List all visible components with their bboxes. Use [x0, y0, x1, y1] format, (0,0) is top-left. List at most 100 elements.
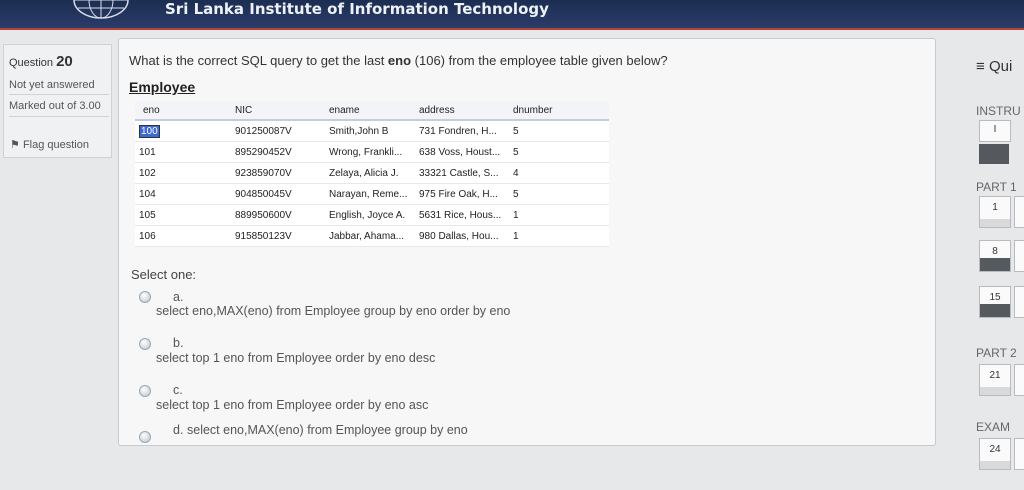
question-label: Question [9, 57, 54, 69]
table-cell: 638 Voss, Houst... [415, 141, 509, 163]
question-info: Question 20 Not yet answered Marked out … [3, 44, 112, 158]
table-row: 102 923859070V Zelaya, Alicia J. 33321 C… [135, 162, 609, 184]
table-cell: 1 [509, 225, 609, 247]
option-c-text[interactable]: select top 1 eno from Employee order by … [156, 398, 428, 412]
nav-button-next[interactable] [1014, 196, 1024, 228]
site-title: Sri Lanka Institute of Information Techn… [165, 0, 549, 18]
nav-button-instructions[interactable]: I [979, 120, 1011, 142]
flag-icon: ⚑ [10, 139, 20, 151]
table-cell-selected: 100 [139, 124, 160, 138]
table-cell: 33321 Castle, S... [415, 162, 509, 184]
table-cell: 1 [509, 204, 609, 226]
table-cell: 102 [135, 162, 231, 184]
option-b-text[interactable]: select top 1 eno from Employee order by … [156, 351, 435, 365]
table-row: 100 901250087V Smith,John B 731 Fondren,… [135, 120, 609, 142]
nav-button-label: 21 [989, 370, 1001, 381]
answer-status: Not yet answered [9, 79, 109, 95]
nav-button-24[interactable]: 24 [979, 438, 1011, 470]
table-cell: 5 [509, 183, 609, 205]
table-cell: 106 [135, 225, 231, 247]
flag-question-label: Flag question [22, 139, 89, 151]
instructions-label: INSTRU [976, 104, 1021, 118]
table-cell: 889950600V [231, 204, 325, 226]
column-header: eno [135, 101, 231, 121]
question-text-suffix: (106) from the employee table given belo… [411, 53, 668, 68]
table-cell: 904850045V [231, 183, 325, 205]
table-header-row: eno NIC ename address dnumber [135, 101, 609, 121]
nav-button-next[interactable] [1014, 240, 1024, 272]
option-a-text[interactable]: select eno,MAX(eno) from Employee group … [156, 304, 510, 318]
flag-question-link[interactable]: ⚑ Flag question [10, 138, 89, 151]
question-text-prefix: What is the correct SQL query to get the… [129, 53, 388, 68]
table-cell: 105 [135, 204, 231, 226]
column-header: NIC [231, 101, 325, 121]
question-number-value: 20 [56, 53, 73, 70]
marked-out-of: Marked out of 3.00 [9, 100, 109, 117]
nav-button-1[interactable]: 1 [979, 196, 1011, 228]
quiz-nav-label: Qui [988, 58, 1013, 75]
site-header: Sri Lanka Institute of Information Techn… [0, 0, 1024, 30]
table-cell: Smith,John B [325, 120, 415, 142]
table-row: 105 889950600V English, Joyce A. 5631 Ri… [135, 204, 609, 226]
nav-button-label: 15 [989, 292, 1001, 303]
table-cell: 980 Dallas, Hou... [415, 225, 509, 247]
table-cell: 895290452V [231, 141, 325, 163]
option-b-letter: b. [173, 336, 184, 350]
globe-logo-icon [73, 0, 129, 19]
option-d-letter: d. [173, 423, 184, 437]
option-c-radio[interactable] [139, 385, 151, 397]
column-header: ename [325, 101, 415, 121]
option-a-letter: a. [173, 290, 184, 304]
nav-button-21[interactable]: 21 [979, 364, 1011, 396]
nav-button-8[interactable]: 8 [979, 240, 1011, 272]
table-cell: 901250087V [231, 120, 325, 142]
nav-button-label: 1 [992, 202, 998, 213]
table-cell: Zelaya, Alicia J. [325, 162, 415, 184]
table-cell: 731 Fondren, H... [415, 120, 509, 142]
table-cell: 915850123V [231, 225, 325, 247]
question-text-bold: eno [387, 53, 412, 68]
column-header: dnumber [509, 101, 609, 121]
option-d-radio[interactable] [139, 431, 151, 443]
option-a-radio[interactable] [139, 291, 151, 303]
table-cell: 923859070V [231, 162, 325, 184]
quiz-nav-title: ≡ Qui [976, 58, 1012, 75]
quiz-navigation: ≡ Qui INSTRU I PART 1 1 8 15 PART 2 21 E… [942, 52, 1024, 490]
table-cell: 104 [135, 183, 231, 205]
part1-label: PART 1 [976, 180, 1017, 194]
question-number: Question 20 [9, 53, 73, 70]
nav-button-15[interactable]: 15 [979, 286, 1011, 318]
option-c-letter: c. [173, 383, 183, 397]
table-cell: English, Joyce A. [325, 204, 415, 226]
table-cell: 5 [509, 120, 609, 142]
question-panel: What is the correct SQL query to get the… [118, 38, 936, 446]
nav-button-label: 24 [989, 444, 1001, 455]
option-d-text[interactable]: select eno,MAX(eno) from Employee group … [187, 423, 468, 437]
table-row: 106 915850123V Jabbar, Ahama... 980 Dall… [135, 225, 609, 247]
part2-label: PART 2 [976, 346, 1017, 360]
nav-button-status [979, 144, 1009, 164]
table-cell: 5631 Rice, Hous... [415, 204, 509, 226]
table-title: Employee [129, 79, 196, 95]
nav-button-next[interactable] [1014, 438, 1024, 470]
menu-icon[interactable]: ≡ [976, 58, 985, 75]
nav-button-next[interactable] [1014, 286, 1024, 318]
table-cell: 101 [135, 141, 231, 163]
question-text: What is the correct SQL query to get the… [129, 53, 668, 68]
exam-label: EXAM [976, 420, 1011, 434]
table-cell: 975 Fire Oak, H... [415, 183, 509, 205]
employee-table: eno NIC ename address dnumber 100 901250… [135, 101, 609, 247]
table-cell: 5 [509, 141, 609, 163]
nav-button-label: 8 [992, 246, 998, 257]
select-one-label: Select one: [131, 267, 197, 282]
nav-button-next[interactable] [1014, 364, 1024, 396]
table-cell: 4 [509, 162, 609, 184]
column-header: address [415, 101, 509, 121]
table-row: 104 904850045V Narayan, Reme... 975 Fire… [135, 183, 609, 205]
table-cell: Jabbar, Ahama... [325, 225, 415, 247]
table-cell: Wrong, Frankli... [325, 141, 415, 163]
table-row: 101 895290452V Wrong, Frankli... 638 Vos… [135, 141, 609, 163]
nav-button-label: I [993, 124, 997, 135]
table-cell: Narayan, Reme... [325, 183, 415, 205]
option-b-radio[interactable] [139, 338, 151, 350]
